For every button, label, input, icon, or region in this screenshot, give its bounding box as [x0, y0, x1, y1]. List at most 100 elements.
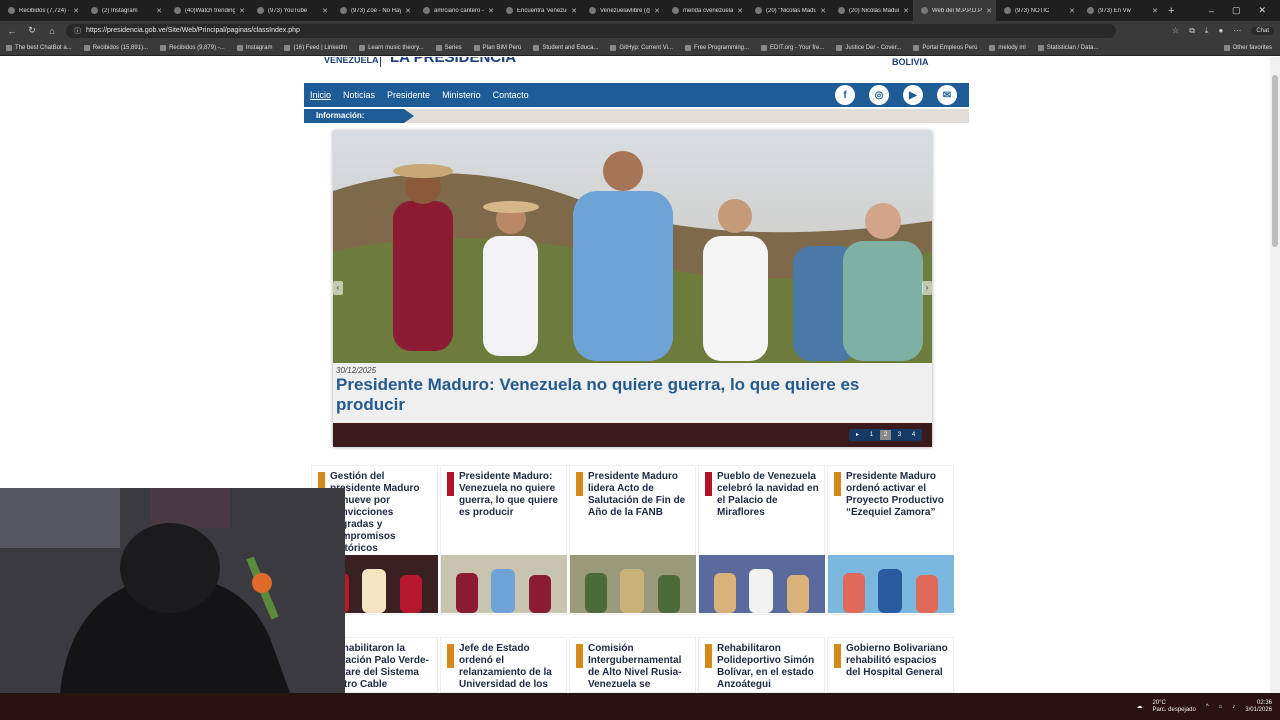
site-logo[interactable]: LA PRESIDENCIA: [390, 57, 516, 66]
news-thumbnail[interactable]: [570, 555, 696, 613]
news-title[interactable]: Rehabilitaron Polideportivo Simón Bolíva…: [717, 643, 820, 691]
pager-button[interactable]: 4: [908, 430, 919, 440]
nav-ministerio[interactable]: Ministerio: [436, 83, 487, 107]
bookmark-item[interactable]: Instagram: [236, 44, 272, 51]
close-window-icon[interactable]: ✕: [1258, 5, 1266, 16]
bookmark-item[interactable]: (16) Feed | LinkedIn: [284, 44, 347, 51]
bookmark-item[interactable]: The best ChatBot a...: [6, 44, 72, 51]
tab-close-icon[interactable]: ✕: [986, 7, 992, 15]
news-card[interactable]: Gobierno Bolivariano rehabilitó espacios…: [827, 637, 954, 693]
pager-button[interactable]: 1: [866, 430, 877, 440]
browser-tab[interactable]: (973) NOTIC ✕: [996, 0, 1079, 21]
network-icon[interactable]: ⌂: [1219, 704, 1223, 710]
download-icon[interactable]: ⤓: [1205, 26, 1209, 36]
news-card[interactable]: Rehabilitaron Polideportivo Simón Bolíva…: [698, 637, 825, 693]
browser-tab[interactable]: (973) Zoé - No Hay I ✕: [332, 0, 415, 21]
news-title[interactable]: Jefe de Estado ordenó el relanzamiento d…: [459, 643, 562, 691]
bookmark-item[interactable]: Portal Empleos Perú: [913, 44, 977, 51]
bookmark-item[interactable]: Student and Educa...: [533, 44, 598, 51]
tab-close-icon[interactable]: ✕: [239, 7, 245, 15]
tab-close-icon[interactable]: ✕: [405, 7, 411, 15]
browser-tab[interactable]: Web del M.P.P.D.P.S ✕: [913, 0, 996, 21]
address-bar[interactable]: ⓘ https://presidencia.gob.ve/Site/Web/Pr…: [66, 23, 1116, 38]
bookmark-item[interactable]: GitHyp: Current Vi...: [610, 44, 673, 51]
email-icon[interactable]: ✉: [937, 85, 957, 105]
news-thumbnail[interactable]: [828, 555, 954, 613]
slider-photo[interactable]: [333, 131, 932, 363]
news-title[interactable]: Presidente Maduro lidera Acto de Salutac…: [588, 471, 691, 519]
scroll-thumb[interactable]: [1272, 75, 1278, 247]
tab-close-icon[interactable]: ✕: [1152, 7, 1158, 15]
maximize-icon[interactable]: ▢: [1232, 5, 1241, 16]
home-icon[interactable]: ⌂: [46, 26, 58, 36]
news-card[interactable]: Presidente Maduro: Venezuela no quiere g…: [440, 465, 567, 615]
chat-button[interactable]: Chat: [1251, 26, 1274, 35]
browser-tab[interactable]: Encuentra 'venezueli ✕: [498, 0, 581, 21]
nav-contacto[interactable]: Contacto: [487, 83, 535, 107]
news-title[interactable]: Comisión Intergubernamental de Alto Nive…: [588, 643, 691, 691]
instagram-icon[interactable]: ◎: [869, 85, 889, 105]
youtube-icon[interactable]: ▶: [903, 85, 923, 105]
news-title[interactable]: Presidente Maduro ordenó activar el Proy…: [846, 471, 949, 519]
profile-icon[interactable]: ●: [1218, 26, 1223, 35]
news-slider[interactable]: ‹ › 30/12/2025 Presidente Maduro: Venezu…: [333, 131, 932, 447]
menu-icon[interactable]: ⋯: [1233, 26, 1241, 35]
news-title[interactable]: Gobierno Bolivariano rehabilitó espacios…: [846, 643, 949, 679]
facebook-icon[interactable]: f: [835, 85, 855, 105]
news-thumbnail[interactable]: [699, 555, 825, 613]
bookmark-item[interactable]: Learn music theory...: [359, 44, 424, 51]
slider-prev-icon[interactable]: ‹: [333, 281, 343, 295]
pager-button[interactable]: 3: [894, 430, 905, 440]
browser-tab[interactable]: (973) En Viv ✕: [1079, 0, 1162, 21]
weather-widget[interactable]: 20°C Parc. despejado: [1152, 700, 1195, 714]
slider-next-icon[interactable]: ›: [922, 281, 932, 295]
tab-close-icon[interactable]: ✕: [488, 7, 494, 15]
bookmark-item[interactable]: Recibidos (9,879) -...: [160, 44, 225, 51]
clock[interactable]: 02:36 3/01/2026: [1245, 700, 1272, 714]
bookmark-item[interactable]: Free Programming...: [684, 44, 749, 51]
news-title[interactable]: Pueblo de Venezuela celebró la navidad e…: [717, 471, 820, 519]
browser-tab[interactable]: (40)Watch trending - ✕: [166, 0, 249, 21]
news-card[interactable]: Presidente Maduro lidera Acto de Salutac…: [569, 465, 696, 615]
nav-inicio[interactable]: Inicio: [304, 83, 337, 107]
news-card[interactable]: Presidente Maduro ordenó activar el Proy…: [827, 465, 954, 615]
tab-close-icon[interactable]: ✕: [156, 7, 162, 15]
tab-close-icon[interactable]: ✕: [654, 7, 660, 15]
browser-tab[interactable]: Venezuelavlibre (@ ✕: [581, 0, 664, 21]
page-scrollbar[interactable]: [1270, 57, 1280, 693]
tab-close-icon[interactable]: ✕: [571, 7, 577, 15]
bookmark-item[interactable]: Series: [435, 44, 462, 51]
tab-close-icon[interactable]: ✕: [903, 7, 909, 15]
site-info-icon[interactable]: ⓘ: [74, 26, 81, 36]
tab-close-icon[interactable]: ✕: [737, 7, 743, 15]
news-card[interactable]: Pueblo de Venezuela celebró la navidad e…: [698, 465, 825, 615]
minimize-icon[interactable]: –: [1209, 6, 1214, 16]
new-tab-icon[interactable]: +: [1162, 5, 1180, 17]
volume-icon[interactable]: ♪: [1232, 704, 1235, 710]
bookmark-item[interactable]: Statistician / Data...: [1037, 44, 1098, 51]
chevron-up-icon[interactable]: ^: [1206, 704, 1209, 710]
reload-icon[interactable]: ↻: [26, 25, 38, 36]
news-title[interactable]: Presidente Maduro: Venezuela no quiere g…: [459, 471, 562, 519]
slider-title[interactable]: Presidente Maduro: Venezuela no quiere g…: [336, 375, 929, 415]
pager-button[interactable]: 2: [880, 430, 891, 440]
browser-tab[interactable]: (973) YouTube ✕: [249, 0, 332, 21]
bookmark-item[interactable]: Justice Der - Cover...: [836, 44, 901, 51]
news-title[interactable]: Rehabilitaron la Estación Palo Verde-Pet…: [330, 643, 433, 691]
bookmark-item[interactable]: Plan BIM Perú: [473, 44, 521, 51]
browser-tab[interactable]: Recibidos (7,724) - c ✕: [0, 0, 83, 21]
back-icon[interactable]: ←: [6, 26, 18, 36]
browser-tab[interactable]: amrciano cantero - ✕: [415, 0, 498, 21]
news-title[interactable]: Gestión del presidente Maduro remueve po…: [330, 471, 433, 555]
news-thumbnail[interactable]: [441, 555, 567, 613]
browser-tab[interactable]: (20) Nicolás Maduro ✕: [830, 0, 913, 21]
bookmark-item[interactable]: EDIT.org - Your fre...: [761, 44, 824, 51]
slider-caption[interactable]: 30/12/2025 Presidente Maduro: Venezuela …: [333, 363, 932, 423]
tab-close-icon[interactable]: ✕: [820, 7, 826, 15]
tab-close-icon[interactable]: ✕: [73, 7, 79, 15]
other-favorites[interactable]: Other favorites: [1223, 44, 1272, 51]
extensions-icon[interactable]: ⧉: [1189, 26, 1195, 36]
browser-tab[interactable]: (2) Instagram ✕: [83, 0, 166, 21]
nav-presidente[interactable]: Presidente: [381, 83, 436, 107]
news-card[interactable]: Comisión Intergubernamental de Alto Nive…: [569, 637, 696, 693]
